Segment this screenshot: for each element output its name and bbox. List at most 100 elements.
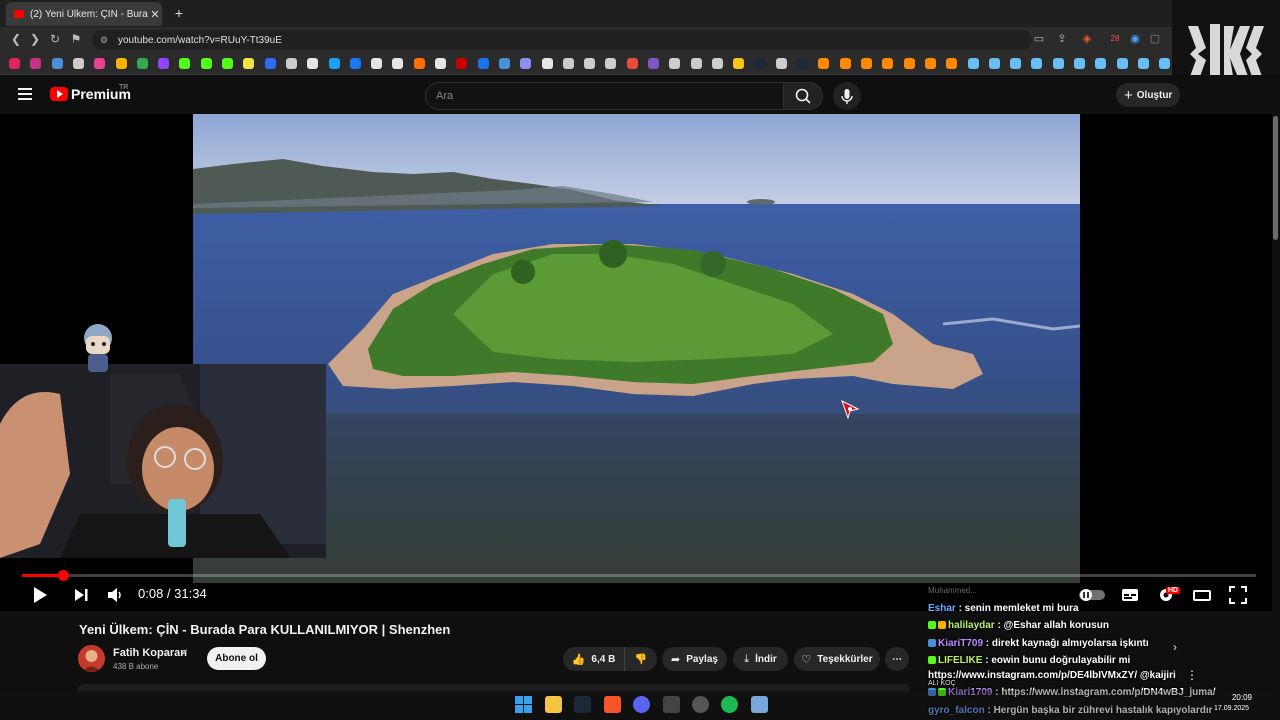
bookmark-favicon-icon[interactable] <box>456 58 468 69</box>
reload-icon[interactable]: ↻ <box>47 31 63 47</box>
audio-extension-icon[interactable]: ◉ <box>1128 32 1142 46</box>
bookmark-favicon-icon[interactable] <box>371 58 383 69</box>
bookmark-icon[interactable]: ⚑ <box>68 31 84 47</box>
cast-icon[interactable]: ▭ <box>1032 32 1046 46</box>
bookmark-favicon-icon[interactable] <box>243 58 255 69</box>
bookmark-favicon-icon[interactable] <box>1074 58 1085 69</box>
bookmark-favicon-icon[interactable] <box>861 58 872 69</box>
bookmark-favicon-icon[interactable] <box>392 58 404 69</box>
bookmark-favicon-icon[interactable] <box>818 58 830 69</box>
system-clock[interactable]: 20:09 <box>1226 693 1252 702</box>
share-button[interactable]: ➦ Paylaş <box>662 647 727 671</box>
bookmark-favicon-icon[interactable] <box>1116 58 1128 69</box>
file-explorer-icon[interactable] <box>545 696 562 713</box>
bookmark-favicon-icon[interactable] <box>136 58 148 69</box>
brave-shield-icon[interactable]: ◈ <box>1080 32 1094 46</box>
fullscreen-icon[interactable] <box>1228 585 1248 605</box>
chat-more-icon[interactable]: ⋮ <box>1186 668 1198 682</box>
bookmark-favicon-icon[interactable] <box>520 58 532 69</box>
create-button[interactable]: + Oluştur <box>1116 83 1180 107</box>
bookmark-favicon-icon[interactable] <box>1010 58 1022 69</box>
steam-icon[interactable] <box>574 696 591 713</box>
bookmark-favicon-icon[interactable] <box>158 58 170 69</box>
bookmark-favicon-icon[interactable] <box>648 58 659 69</box>
voice-search-button[interactable] <box>833 82 861 110</box>
channel-name[interactable]: Fatih Koparan <box>113 647 187 659</box>
forward-icon[interactable]: ❯ <box>27 31 43 47</box>
bookmark-favicon-icon[interactable] <box>1031 58 1043 69</box>
bookmark-favicon-icon[interactable] <box>498 58 510 69</box>
bookmark-favicon-icon[interactable] <box>541 58 553 69</box>
share-page-icon[interactable]: ⇪ <box>1055 32 1069 46</box>
bookmark-favicon-icon[interactable] <box>988 58 1000 69</box>
bookmark-favicon-icon[interactable] <box>72 58 84 69</box>
bookmark-favicon-icon[interactable] <box>179 58 191 69</box>
bookmark-favicon-icon[interactable] <box>51 58 63 69</box>
bookmark-favicon-icon[interactable] <box>1137 58 1149 69</box>
settings-app-icon[interactable] <box>751 696 768 713</box>
video-frame[interactable] <box>193 114 1080 583</box>
bookmark-favicon-icon[interactable] <box>584 58 596 69</box>
site-settings-icon[interactable]: ⚙ <box>100 30 110 50</box>
volume-button[interactable] <box>106 585 124 605</box>
bookmark-favicon-icon[interactable] <box>30 58 42 69</box>
bookmark-favicon-icon[interactable] <box>435 58 446 69</box>
bookmark-favicon-icon[interactable] <box>775 58 787 69</box>
brave-browser-icon[interactable] <box>604 696 621 713</box>
bookmark-favicon-icon[interactable] <box>562 58 574 69</box>
bookmark-favicon-icon[interactable] <box>307 58 319 69</box>
back-icon[interactable]: ❮ <box>8 31 24 47</box>
bookmark-favicon-icon[interactable] <box>711 58 723 69</box>
spotify-icon[interactable] <box>721 696 738 713</box>
bookmark-favicon-icon[interactable] <box>349 58 361 69</box>
search-input[interactable] <box>426 83 758 109</box>
play-button[interactable] <box>30 585 50 605</box>
download-button[interactable]: ⤓ İndir <box>733 647 788 671</box>
extension-badge[interactable]: 28 <box>1108 32 1122 46</box>
bookmark-favicon-icon[interactable] <box>839 58 851 69</box>
bookmark-favicon-icon[interactable] <box>754 58 766 69</box>
bookmark-favicon-icon[interactable] <box>200 58 212 69</box>
discord-icon[interactable] <box>633 696 650 713</box>
bookmark-favicon-icon[interactable] <box>733 58 745 69</box>
obs-icon[interactable] <box>692 696 709 713</box>
bookmark-favicon-icon[interactable] <box>946 58 958 69</box>
bookmark-favicon-icon[interactable] <box>477 58 489 69</box>
start-menu-icon[interactable] <box>515 696 532 713</box>
bookmark-favicon-icon[interactable] <box>797 58 809 69</box>
bookmark-favicon-icon[interactable] <box>903 58 915 69</box>
system-date[interactable]: 17.09.2025 <box>1214 705 1249 712</box>
subscribe-button[interactable]: Abone ol <box>207 647 266 670</box>
bookmark-favicon-icon[interactable] <box>115 58 127 69</box>
bookmark-favicon-icon[interactable] <box>669 58 681 69</box>
close-tab-icon[interactable]: ✕ <box>148 8 162 21</box>
extensions-icon[interactable]: ▢ <box>1148 32 1162 46</box>
address-bar[interactable]: ⚙ youtube.com/watch?v=RUuY-Tt39uE <box>92 30 1032 50</box>
bookmark-favicon-icon[interactable] <box>924 58 936 69</box>
dislike-button[interactable]: 👎 <box>624 647 657 671</box>
chevron-right-icon[interactable]: › <box>1173 640 1177 654</box>
more-actions-button[interactable]: ⋯ <box>885 647 909 671</box>
thanks-button[interactable]: ♡ Teşekkürler <box>794 647 880 671</box>
bookmark-favicon-icon[interactable] <box>264 58 276 69</box>
next-button[interactable] <box>72 585 90 605</box>
bookmark-favicon-icon[interactable] <box>690 58 702 69</box>
bookmark-favicon-icon[interactable] <box>882 58 894 69</box>
bookmark-favicon-icon[interactable] <box>1159 58 1171 69</box>
browser-tab[interactable]: (2) Yeni Ülkem: ÇİN - Burada Para ✕ <box>6 2 162 26</box>
bookmark-favicon-icon[interactable] <box>1052 58 1064 69</box>
bookmark-favicon-icon[interactable] <box>605 58 617 69</box>
bookmark-favicon-icon[interactable] <box>94 58 106 69</box>
hamburger-menu-icon[interactable] <box>18 88 32 100</box>
bookmark-favicon-icon[interactable] <box>285 58 297 69</box>
new-tab-icon[interactable]: + <box>172 5 186 21</box>
channel-avatar[interactable] <box>78 645 105 672</box>
youtube-logo-icon[interactable] <box>50 87 68 101</box>
bookmark-favicon-icon[interactable] <box>222 58 233 69</box>
progress-bar[interactable] <box>22 574 1256 577</box>
bookmark-favicon-icon[interactable] <box>328 58 340 69</box>
bookmark-favicon-icon[interactable] <box>626 58 638 69</box>
search-button[interactable] <box>783 82 823 110</box>
bookmark-favicon-icon[interactable] <box>9 58 20 69</box>
scrollbar-thumb[interactable] <box>1273 116 1278 240</box>
